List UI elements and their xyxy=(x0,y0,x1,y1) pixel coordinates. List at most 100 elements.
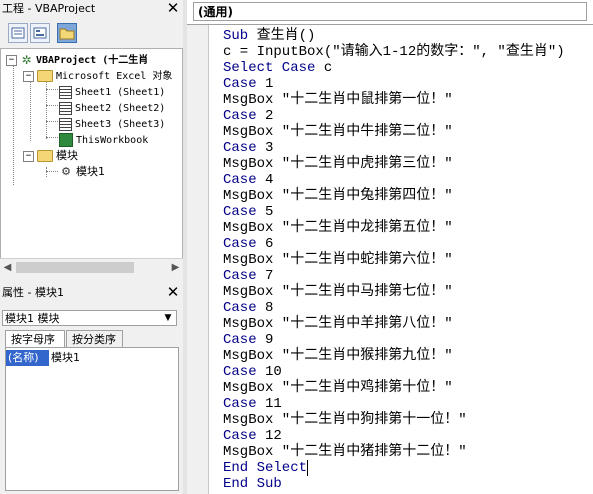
code-line[interactable]: End Sub xyxy=(223,476,593,492)
view-object-icon xyxy=(33,27,47,39)
code-line[interactable]: Case 8 xyxy=(223,300,593,316)
property-row-name[interactable]: (名称) 模块1 xyxy=(6,350,80,366)
code-line[interactable]: MsgBox "十二生肖中马排第七位！" xyxy=(223,284,593,300)
code-margin xyxy=(187,25,209,494)
code-text: 10 xyxy=(256,364,282,380)
properties-grid: (名称) 模块1 xyxy=(5,347,179,491)
scroll-right-icon[interactable]: ▶ xyxy=(169,261,182,274)
code-line[interactable]: Case 5 xyxy=(223,204,593,220)
code-line[interactable]: Select Case c xyxy=(223,60,593,76)
code-text: MsgBox "十二生肖中狗排第十一位！" xyxy=(223,412,467,428)
tab-alphabetic[interactable]: 按字母序 xyxy=(5,330,65,348)
view-code-icon xyxy=(11,27,25,39)
tree-node-sheet2[interactable]: Sheet2 (Sheet2) xyxy=(59,100,165,116)
code-line[interactable]: Case 2 xyxy=(223,108,593,124)
code-line[interactable]: Case 10 xyxy=(223,364,593,380)
code-keyword: Case xyxy=(223,108,257,124)
code-text: 2 xyxy=(256,108,274,124)
code-editor[interactable]: Sub 查生肖() c = InputBox("请输入1-12的数字：", "查生… xyxy=(223,28,593,492)
tree-node-excel-objects[interactable]: − Microsoft Excel 对象 xyxy=(23,68,172,84)
code-line[interactable]: Case 3 xyxy=(223,140,593,156)
code-line[interactable]: MsgBox "十二生肖中鼠排第一位！" xyxy=(223,92,593,108)
code-line[interactable]: MsgBox "十二生肖中鸡排第十位！" xyxy=(223,380,593,396)
worksheet-icon xyxy=(59,85,72,99)
code-line[interactable]: MsgBox "十二生肖中羊排第八位！" xyxy=(223,316,593,332)
code-line[interactable]: Case 7 xyxy=(223,268,593,284)
code-keyword: Case xyxy=(223,140,257,156)
code-line[interactable]: MsgBox "十二生肖中蛇排第六位！" xyxy=(223,252,593,268)
code-keyword: Case xyxy=(223,300,257,316)
tree-node-thisworkbook[interactable]: ThisWorkbook xyxy=(59,132,148,148)
object-selector-value: 模块1 模块 xyxy=(5,312,60,325)
worksheet-icon xyxy=(59,101,72,115)
code-text: 9 xyxy=(256,332,274,348)
code-text: 4 xyxy=(256,172,274,188)
code-line[interactable]: MsgBox "十二生肖中兔排第四位！" xyxy=(223,188,593,204)
code-keyword: Case xyxy=(223,172,257,188)
code-text: c = InputBox("请输入1-12的数字：", "查生肖") xyxy=(223,44,565,60)
close-project-explorer-button[interactable]: ✕ xyxy=(165,1,181,17)
code-line[interactable]: MsgBox "十二生肖中虎排第三位！" xyxy=(223,156,593,172)
left-dock: 工程 - VBAProject ✕ − ✲ VBAProject (十二生肖 −… xyxy=(0,0,183,494)
toggle-folders-button[interactable] xyxy=(57,23,77,43)
tree-node-sheet3[interactable]: Sheet3 (Sheet3) xyxy=(59,116,165,132)
code-keyword: Sub xyxy=(223,28,249,44)
code-line[interactable]: MsgBox "十二生肖中龙排第五位！" xyxy=(223,220,593,236)
tab-categorized[interactable]: 按分类序 xyxy=(66,330,123,348)
collapse-toggle-icon[interactable]: − xyxy=(23,70,34,82)
code-keyword: Case xyxy=(223,428,257,444)
tree-label-vbaproject: VBAProject (十二生肖 xyxy=(36,55,149,66)
code-line[interactable]: Case 1 xyxy=(223,76,593,92)
code-text: MsgBox "十二生肖中龙排第五位！" xyxy=(223,220,453,236)
code-line[interactable]: Sub 查生肖() xyxy=(223,28,593,44)
close-properties-button[interactable]: ✕ xyxy=(165,285,181,301)
code-text: 6 xyxy=(256,236,274,252)
code-line[interactable]: c = InputBox("请输入1-12的数字：", "查生肖") xyxy=(223,44,593,60)
code-line[interactable]: Case 6 xyxy=(223,236,593,252)
code-text: 3 xyxy=(256,140,274,156)
code-text: MsgBox "十二生肖中猴排第九位！" xyxy=(223,348,453,364)
code-line[interactable]: Case 4 xyxy=(223,172,593,188)
code-keyword: End Select xyxy=(223,460,309,476)
scrollbar-thumb[interactable] xyxy=(16,262,134,273)
code-line[interactable]: Case 9 xyxy=(223,332,593,348)
code-line[interactable]: Case 11 xyxy=(223,396,593,412)
code-text: MsgBox "十二生肖中蛇排第六位！" xyxy=(223,252,453,268)
chevron-down-icon[interactable]: ▼ xyxy=(161,311,175,325)
scroll-left-icon[interactable]: ◀ xyxy=(1,261,14,274)
code-text: 7 xyxy=(256,268,274,284)
code-keyword: Case xyxy=(223,204,257,220)
property-value[interactable]: 模块1 xyxy=(49,351,80,364)
code-keyword: Case xyxy=(223,268,257,284)
code-text: 11 xyxy=(256,396,282,412)
code-text: MsgBox "十二生肖中牛排第二位！" xyxy=(223,124,453,140)
tree-node-vbaproject[interactable]: − ✲ VBAProject (十二生肖 xyxy=(6,52,148,68)
code-text: MsgBox "十二生肖中鸡排第十位！" xyxy=(223,380,453,396)
code-keyword: End Sub xyxy=(223,476,282,492)
view-code-button[interactable] xyxy=(8,23,28,43)
code-line[interactable]: MsgBox "十二生肖中狗排第十一位！" xyxy=(223,412,593,428)
project-horizontal-scrollbar[interactable]: ◀ ▶ xyxy=(0,258,183,276)
code-line[interactable]: MsgBox "十二生肖中猪排第十二位！" xyxy=(223,444,593,460)
object-combo[interactable]: (通用) xyxy=(193,2,587,21)
tree-label-thisworkbook: ThisWorkbook xyxy=(76,135,149,146)
collapse-toggle-icon[interactable]: − xyxy=(6,54,17,66)
properties-title: 属性 - 模块1 ✕ xyxy=(0,284,183,302)
tree-node-module1[interactable]: ⚙ 模块1 xyxy=(59,164,105,180)
folder-icon xyxy=(59,28,75,40)
code-text: MsgBox "十二生肖中虎排第三位！" xyxy=(223,156,453,172)
view-object-button[interactable] xyxy=(30,23,50,43)
code-text: MsgBox "十二生肖中猪排第十二位！" xyxy=(223,444,467,460)
code-line[interactable]: MsgBox "十二生肖中牛排第二位！" xyxy=(223,124,593,140)
tree-node-sheet1[interactable]: Sheet1 (Sheet1) xyxy=(59,84,165,100)
code-line[interactable]: MsgBox "十二生肖中猴排第九位！" xyxy=(223,348,593,364)
code-line[interactable]: End Select xyxy=(223,460,593,476)
code-text: MsgBox "十二生肖中马排第七位！" xyxy=(223,284,453,300)
code-line[interactable]: Case 12 xyxy=(223,428,593,444)
folder-open-icon xyxy=(37,150,53,162)
tree-node-modules[interactable]: − 模块 xyxy=(23,148,78,164)
object-selector[interactable]: 模块1 模块 ▼ xyxy=(2,310,177,326)
code-header: (通用) xyxy=(187,0,593,25)
object-combo-value: (通用) xyxy=(198,5,233,19)
collapse-toggle-icon[interactable]: − xyxy=(23,150,34,162)
